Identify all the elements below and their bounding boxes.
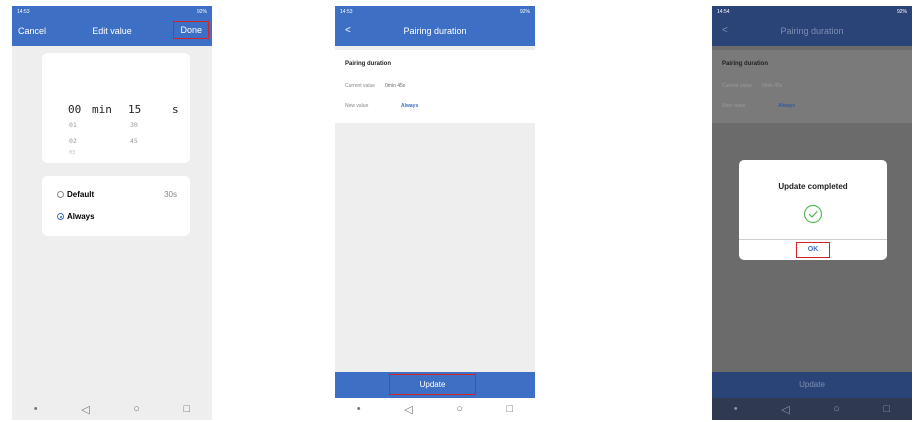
- app-bar: Cancel Edit value Done: [12, 18, 212, 46]
- radio-checked-icon[interactable]: [57, 213, 64, 221]
- min-unit: min: [92, 103, 112, 116]
- seconds-option[interactable]: 30: [130, 121, 138, 129]
- update-button[interactable]: Update: [389, 374, 476, 395]
- update-bar: Update: [712, 372, 912, 398]
- option-default-value: 30s: [164, 190, 177, 199]
- back-triangle-icon[interactable]: ◁: [404, 403, 412, 416]
- done-button[interactable]: Done: [173, 21, 209, 39]
- current-value-row: Current value 0min 45s: [722, 83, 782, 89]
- status-bar: 14:53 92%: [12, 6, 212, 18]
- status-battery: 92%: [519, 9, 530, 15]
- current-value-label: Current value: [345, 83, 376, 89]
- settings-panel: Pairing duration Current value 0min 45s …: [712, 50, 912, 123]
- settings-panel: Pairing duration Current value 0min 45s …: [335, 50, 535, 123]
- new-value-row: New value Always: [722, 103, 795, 109]
- phone-update-completed: 14:54 92% < Pairing duration Pairing dur…: [712, 6, 912, 420]
- update-bar: Update: [335, 372, 535, 398]
- page-title: Pairing duration: [780, 26, 844, 36]
- sec-unit: s: [172, 103, 179, 116]
- new-value-row[interactable]: New value Always: [345, 103, 418, 109]
- current-value-row: Current value 0min 45s: [345, 83, 405, 89]
- ok-button[interactable]: OK: [796, 242, 830, 258]
- section-title: Pairing duration: [722, 61, 769, 67]
- phone-edit-value: 14:53 92% Cancel Edit value Done 00 min …: [12, 6, 212, 420]
- update-completed-dialog: Update completed OK: [739, 160, 887, 260]
- app-bar: < Pairing duration: [335, 18, 535, 46]
- status-bar: 14:54 92%: [712, 6, 912, 18]
- home-circle-icon[interactable]: ○: [833, 403, 840, 415]
- status-time: 14:53: [17, 9, 30, 15]
- current-value: 0min 45s: [762, 83, 783, 89]
- overview-square-icon[interactable]: □: [884, 403, 891, 415]
- new-value-label: New value: [345, 103, 369, 109]
- option-always[interactable]: Always: [57, 212, 95, 221]
- preset-options-card: Default 30s Always: [42, 176, 190, 236]
- radio-unchecked-icon[interactable]: [57, 191, 64, 199]
- status-battery: 92%: [896, 9, 907, 15]
- seconds-option[interactable]: 45: [130, 137, 138, 145]
- option-default-label: Default: [67, 190, 95, 199]
- recent-dot-icon[interactable]: •: [34, 403, 38, 415]
- minutes-option[interactable]: 02: [69, 137, 77, 145]
- seconds-selected[interactable]: 15: [128, 103, 141, 116]
- recent-dot-icon[interactable]: •: [357, 403, 361, 415]
- update-button[interactable]: Update: [712, 372, 912, 398]
- back-triangle-icon[interactable]: ◁: [81, 403, 89, 416]
- duration-picker[interactable]: 00 min 15 s 01 30 02 45 03: [42, 53, 190, 163]
- dialog-divider: [739, 239, 887, 240]
- check-circle-icon: [803, 204, 823, 224]
- recent-dot-icon[interactable]: •: [734, 403, 738, 415]
- phone-pairing-duration: 14:53 92% < Pairing duration Pairing dur…: [335, 6, 535, 420]
- minutes-option[interactable]: 03: [69, 150, 75, 156]
- option-default[interactable]: Default 30s: [57, 190, 177, 199]
- page-title: Pairing duration: [403, 26, 467, 36]
- status-bar: 14:53 92%: [335, 6, 535, 18]
- back-triangle-icon[interactable]: ◁: [781, 403, 789, 416]
- system-nav-bar: • ◁ ○ □: [335, 398, 535, 420]
- new-value-label: New value: [722, 103, 746, 109]
- minutes-selected[interactable]: 00: [68, 103, 81, 116]
- home-circle-icon[interactable]: ○: [456, 403, 463, 415]
- app-bar: < Pairing duration: [712, 18, 912, 46]
- home-circle-icon[interactable]: ○: [133, 403, 140, 415]
- system-nav-bar: • ◁ ○ □: [712, 398, 912, 420]
- dialog-title: Update completed: [778, 182, 848, 191]
- minutes-option[interactable]: 01: [69, 121, 77, 129]
- section-title: Pairing duration: [345, 61, 392, 67]
- overview-square-icon[interactable]: □: [184, 403, 191, 415]
- new-value: Always: [778, 103, 796, 109]
- status-time: 14:53: [340, 9, 353, 15]
- current-value-label: Current value: [722, 83, 753, 89]
- option-always-label: Always: [67, 212, 95, 221]
- overview-square-icon[interactable]: □: [507, 403, 514, 415]
- new-value[interactable]: Always: [401, 103, 418, 109]
- current-value: 0min 45s: [385, 83, 406, 89]
- system-nav-bar: • ◁ ○ □: [12, 398, 212, 420]
- status-battery: 92%: [196, 9, 207, 15]
- status-time: 14:54: [717, 9, 730, 15]
